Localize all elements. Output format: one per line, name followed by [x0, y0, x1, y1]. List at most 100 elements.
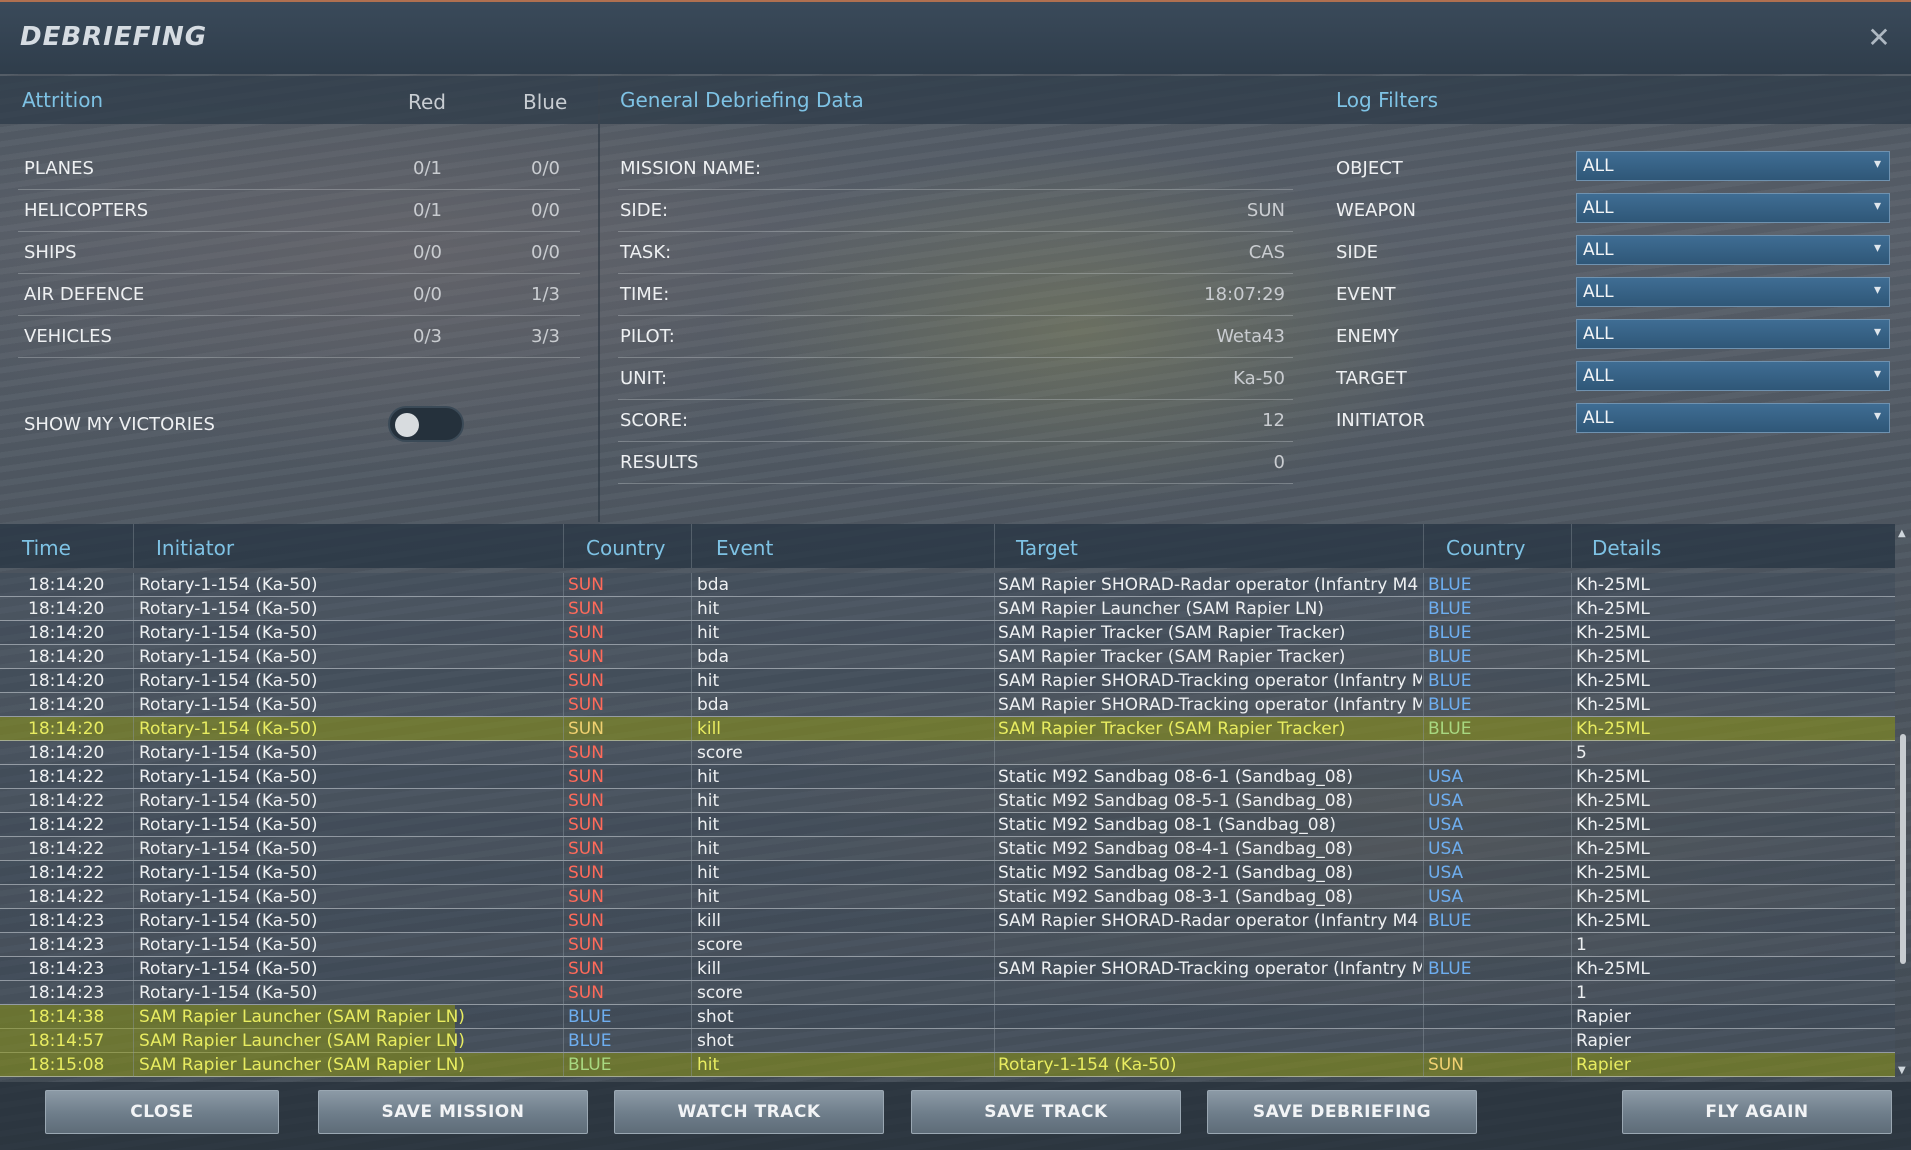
filter-event-select[interactable]: ALL ▾	[1576, 277, 1890, 307]
column-separator	[563, 885, 564, 909]
column-separator	[691, 669, 692, 693]
cell-target: SAM Rapier Tracker (SAM Rapier Tracker)	[998, 719, 1346, 739]
cell-time: 18:14:57	[28, 1031, 105, 1051]
log-row[interactable]: 18:14:22 Rotary-1-154 (Ka-50) SUN hit Static…	[0, 885, 1895, 909]
cell-time: 18:14:22	[28, 815, 105, 835]
log-row[interactable]: 18:14:23 Rotary-1-154 (Ka-50) SUN score 1	[0, 981, 1895, 1005]
filter-weapon-select[interactable]: ALL ▾	[1576, 193, 1890, 223]
column-separator	[133, 765, 134, 789]
cell-initiator: Rotary-1-154 (Ka-50)	[139, 911, 318, 931]
column-separator	[1423, 885, 1424, 909]
filter-enemy-select[interactable]: ALL ▾	[1576, 319, 1890, 349]
log-row[interactable]: 18:14:20 Rotary-1-154 (Ka-50) SUN bda SAM Ra…	[0, 573, 1895, 597]
filter-object-select[interactable]: ALL ▾	[1576, 151, 1890, 181]
column-separator	[563, 909, 564, 933]
log-row[interactable]: 18:14:23 Rotary-1-154 (Ka-50) SUN score 1	[0, 933, 1895, 957]
general-value: 0	[1273, 452, 1285, 473]
chevron-down-icon: ▾	[1873, 198, 1881, 214]
save-track-button[interactable]: SAVE TRACK	[911, 1090, 1181, 1134]
column-separator	[691, 1005, 692, 1029]
cell-initiator: SAM Rapier Launcher (SAM Rapier LN)	[139, 1031, 465, 1051]
filter-side-select[interactable]: ALL ▾	[1576, 235, 1890, 265]
cell-time: 18:14:20	[28, 647, 105, 667]
log-row[interactable]: 18:14:20 Rotary-1-154 (Ka-50) SUN score 5	[0, 741, 1895, 765]
column-separator	[1571, 981, 1572, 1005]
col-event[interactable]: Event	[716, 536, 773, 560]
show-victories-toggle[interactable]	[388, 406, 464, 442]
scroll-thumb[interactable]	[1900, 734, 1906, 964]
log-row[interactable]: 18:14:23 Rotary-1-154 (Ka-50) SUN kill SAM R…	[0, 909, 1895, 933]
cell-initiator: SAM Rapier Launcher (SAM Rapier LN)	[139, 1055, 465, 1075]
scroll-down-icon[interactable]: ▼	[1898, 1065, 1906, 1076]
log-row[interactable]: 18:14:20 Rotary-1-154 (Ka-50) SUN bda SAM Ra…	[0, 693, 1895, 717]
col-country[interactable]: Country	[586, 536, 665, 560]
column-separator	[133, 693, 134, 717]
attrition-label: HELICOPTERS	[24, 200, 149, 221]
save-debriefing-button[interactable]: SAVE DEBRIEFING	[1207, 1090, 1477, 1134]
log-scrollbar[interactable]: ▲ ▼	[1898, 524, 1908, 1076]
general-value: 18:07:29	[1204, 284, 1285, 305]
column-separator	[1423, 573, 1424, 597]
log-row[interactable]: 18:14:23 Rotary-1-154 (Ka-50) SUN kill SAM R…	[0, 957, 1895, 981]
close-icon[interactable]: ✕	[1865, 24, 1893, 52]
watch-track-button[interactable]: WATCH TRACK	[614, 1090, 884, 1134]
col-target-country[interactable]: Country	[1446, 536, 1525, 560]
attrition-header: Attrition Red Blue	[0, 76, 598, 124]
log-row[interactable]: 18:14:20 Rotary-1-154 (Ka-50) SUN hit SAM Ra…	[0, 621, 1895, 645]
cell-event: shot	[697, 1031, 734, 1051]
close-button[interactable]: CLOSE	[45, 1090, 279, 1134]
column-separator	[994, 837, 995, 861]
log-row[interactable]: 18:14:20 Rotary-1-154 (Ka-50) SUN hit SAM Ra…	[0, 597, 1895, 621]
column-separator	[1571, 933, 1572, 957]
column-separator	[133, 885, 134, 909]
column-separator	[563, 1053, 564, 1077]
panel-divider	[598, 76, 600, 522]
select-value: ALL	[1583, 198, 1614, 218]
log-row[interactable]: 18:14:20 Rotary-1-154 (Ka-50) SUN bda SAM Ra…	[0, 645, 1895, 669]
cell-initiator: Rotary-1-154 (Ka-50)	[139, 599, 318, 619]
column-separator	[563, 669, 564, 693]
log-row[interactable]: 18:14:22 Rotary-1-154 (Ka-50) SUN hit Static…	[0, 765, 1895, 789]
save-mission-button[interactable]: SAVE MISSION	[318, 1090, 588, 1134]
log-row[interactable]: 18:14:20 Rotary-1-154 (Ka-50) SUN kill SAM R…	[0, 717, 1895, 741]
column-separator	[994, 957, 995, 981]
cell-time: 18:14:22	[28, 887, 105, 907]
attrition-red-value: 0/1	[413, 200, 442, 221]
column-separator	[994, 861, 995, 885]
fly-again-button[interactable]: FLY AGAIN	[1622, 1090, 1892, 1134]
log-row[interactable]: 18:14:22 Rotary-1-154 (Ka-50) SUN hit Static…	[0, 789, 1895, 813]
column-separator	[994, 885, 995, 909]
log-row[interactable]: 18:14:22 Rotary-1-154 (Ka-50) SUN hit Static…	[0, 813, 1895, 837]
filter-label: INITIATOR	[1336, 410, 1425, 431]
log-row[interactable]: 18:14:22 Rotary-1-154 (Ka-50) SUN hit Static…	[0, 861, 1895, 885]
col-target[interactable]: Target	[1016, 536, 1078, 560]
cell-target: SAM Rapier SHORAD-Tracking operator (Inf…	[998, 671, 1422, 691]
col-initiator[interactable]: Initiator	[156, 536, 234, 560]
column-separator	[563, 524, 564, 568]
column-separator	[691, 909, 692, 933]
log-row[interactable]: 18:14:38 SAM Rapier Launcher (SAM Rapier …	[0, 1005, 1895, 1029]
log-table-body[interactable]: 18:14:20 Rotary-1-154 (Ka-50) SUN bda SAM Ra…	[0, 573, 1895, 1077]
log-row[interactable]: 18:15:08 SAM Rapier Launcher (SAM Rapier …	[0, 1053, 1895, 1077]
log-row[interactable]: 18:14:22 Rotary-1-154 (Ka-50) SUN hit Static…	[0, 837, 1895, 861]
column-separator	[1571, 1053, 1572, 1077]
log-row[interactable]: 18:14:20 Rotary-1-154 (Ka-50) SUN hit SAM Ra…	[0, 669, 1895, 693]
column-separator	[563, 717, 564, 741]
column-separator	[994, 645, 995, 669]
cell-target: SAM Rapier Tracker (SAM Rapier Tracker)	[998, 647, 1346, 667]
column-separator	[1571, 1005, 1572, 1029]
column-separator	[563, 861, 564, 885]
scroll-up-icon[interactable]: ▲	[1898, 528, 1906, 539]
filter-initiator-select[interactable]: ALL ▾	[1576, 403, 1890, 433]
col-time[interactable]: Time	[22, 536, 71, 560]
filter-target-select[interactable]: ALL ▾	[1576, 361, 1890, 391]
col-details[interactable]: Details	[1592, 536, 1661, 560]
column-separator	[563, 693, 564, 717]
log-row[interactable]: 18:14:57 SAM Rapier Launcher (SAM Rapier …	[0, 1029, 1895, 1053]
column-separator	[1423, 1053, 1424, 1077]
column-separator	[1423, 981, 1424, 1005]
cell-country: SUN	[568, 575, 604, 595]
column-separator	[691, 789, 692, 813]
column-separator	[133, 573, 134, 597]
column-separator	[691, 933, 692, 957]
